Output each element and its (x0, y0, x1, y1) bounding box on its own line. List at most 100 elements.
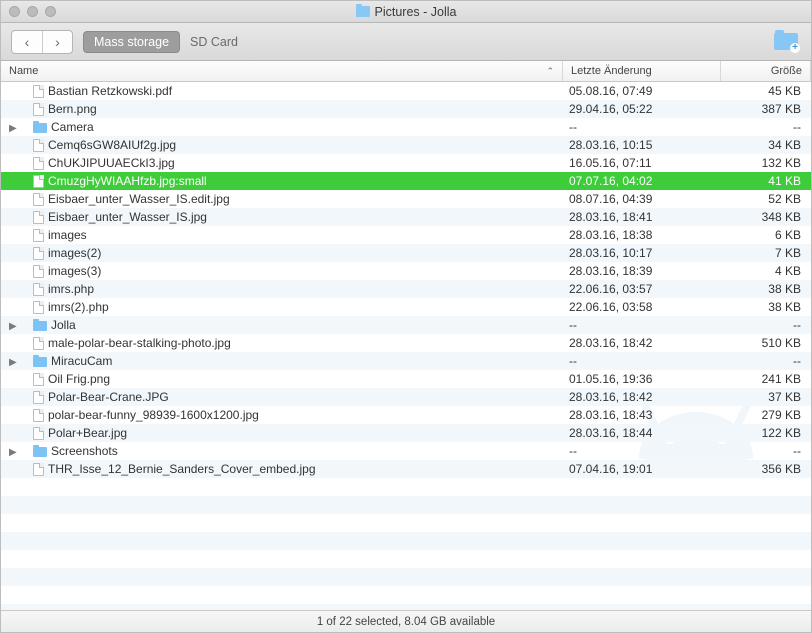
file-row[interactable]: ▶Eisbaer_unter_Wasser_IS.jpg28.03.16, 18… (1, 208, 811, 226)
file-date: 28.03.16, 18:39 (563, 264, 721, 278)
file-icon (33, 337, 44, 350)
empty-row (1, 550, 811, 568)
status-text: 1 of 22 selected, 8.04 GB available (317, 616, 495, 628)
disclosure-triangle-icon[interactable]: ▶ (9, 321, 17, 332)
file-name: CmuzgHyWIAAHfzb.jpg:small (48, 174, 207, 188)
file-row[interactable]: ▶images28.03.16, 18:386 KB (1, 226, 811, 244)
file-date: 07.04.16, 19:01 (563, 462, 721, 476)
file-row[interactable]: ▶CmuzgHyWIAAHfzb.jpg:small07.07.16, 04:0… (1, 172, 811, 190)
file-row[interactable]: ▶Eisbaer_unter_Wasser_IS.edit.jpg08.07.1… (1, 190, 811, 208)
file-name: Oil Frig.png (48, 372, 110, 386)
file-name: polar-bear-funny_98939-1600x1200.jpg (48, 408, 259, 422)
new-folder-button[interactable]: + (771, 30, 801, 54)
file-row[interactable]: ▶Polar+Bear.jpg28.03.16, 18:44122 KB (1, 424, 811, 442)
folder-icon (33, 357, 47, 367)
file-row[interactable]: ▶Camera---- (1, 118, 811, 136)
file-row[interactable]: ▶Screenshots---- (1, 442, 811, 460)
file-name: Screenshots (51, 444, 118, 458)
file-name: Cemq6sGW8AIUf2g.jpg (48, 138, 176, 152)
file-row[interactable]: ▶imrs.php22.06.16, 03:5738 KB (1, 280, 811, 298)
tab-mass-storage[interactable]: Mass storage (83, 31, 180, 53)
zoom-icon[interactable] (45, 6, 56, 17)
file-row[interactable]: ▶Jolla---- (1, 316, 811, 334)
empty-row (1, 478, 811, 496)
file-name: images(3) (48, 264, 101, 278)
file-row[interactable]: ▶Cemq6sGW8AIUf2g.jpg28.03.16, 10:1534 KB (1, 136, 811, 154)
file-icon (33, 265, 44, 278)
file-date: -- (563, 444, 721, 458)
file-icon (33, 139, 44, 152)
file-list[interactable]: ▶Bastian Retzkowski.pdf05.08.16, 07:4945… (1, 82, 811, 610)
folder-icon (33, 321, 47, 331)
forward-button[interactable]: › (42, 31, 72, 53)
file-row[interactable]: ▶images(2)28.03.16, 10:177 KB (1, 244, 811, 262)
file-size: 52 KB (721, 192, 811, 206)
file-size: 6 KB (721, 228, 811, 242)
close-icon[interactable] (9, 6, 20, 17)
file-date: 08.07.16, 04:39 (563, 192, 721, 206)
file-icon (33, 229, 44, 242)
column-label: Name (9, 65, 38, 77)
file-date: 28.03.16, 18:38 (563, 228, 721, 242)
file-date: 28.03.16, 18:42 (563, 336, 721, 350)
folder-icon (33, 123, 47, 133)
file-size: 38 KB (721, 282, 811, 296)
file-name: Camera (51, 120, 94, 134)
file-row[interactable]: ▶Polar-Bear-Crane.JPG28.03.16, 18:4237 K… (1, 388, 811, 406)
tab-sd-card[interactable]: SD Card (190, 35, 238, 49)
file-row[interactable]: ▶ChUKJIPUUAECkI3.jpg16.05.16, 07:11132 K… (1, 154, 811, 172)
file-name: Polar-Bear-Crane.JPG (48, 390, 169, 404)
file-size: 387 KB (721, 102, 811, 116)
minimize-icon[interactable] (27, 6, 38, 17)
file-row[interactable]: ▶THR_Isse_12_Bernie_Sanders_Cover_embed.… (1, 460, 811, 478)
file-row[interactable]: ▶MiracuCam---- (1, 352, 811, 370)
file-row[interactable]: ▶Bastian Retzkowski.pdf05.08.16, 07:4945… (1, 82, 811, 100)
file-icon (33, 193, 44, 206)
file-size: -- (721, 120, 811, 134)
nav-buttons: ‹ › (11, 30, 73, 54)
file-date: 22.06.16, 03:57 (563, 282, 721, 296)
empty-row (1, 586, 811, 604)
file-size: 348 KB (721, 210, 811, 224)
window-title-text: Pictures - Jolla (375, 5, 457, 19)
chevron-left-icon: ‹ (25, 34, 30, 50)
file-date: -- (563, 354, 721, 368)
disclosure-triangle-icon[interactable]: ▶ (9, 357, 17, 368)
file-date: 22.06.16, 03:58 (563, 300, 721, 314)
file-name: Polar+Bear.jpg (48, 426, 127, 440)
file-row[interactable]: ▶Bern.png29.04.16, 05:22387 KB (1, 100, 811, 118)
file-date: 28.03.16, 18:41 (563, 210, 721, 224)
column-name[interactable]: Name ⌃ (1, 61, 563, 81)
file-icon (33, 211, 44, 224)
file-icon (33, 283, 44, 296)
file-size: 4 KB (721, 264, 811, 278)
file-row[interactable]: ▶imrs(2).php22.06.16, 03:5838 KB (1, 298, 811, 316)
file-row[interactable]: ▶polar-bear-funny_98939-1600x1200.jpg28.… (1, 406, 811, 424)
file-size: 122 KB (721, 426, 811, 440)
file-icon (33, 247, 44, 260)
column-size[interactable]: Größe (721, 61, 811, 81)
file-name: Bern.png (48, 102, 97, 116)
file-size: 356 KB (721, 462, 811, 476)
file-icon (33, 463, 44, 476)
file-row[interactable]: ▶images(3)28.03.16, 18:394 KB (1, 262, 811, 280)
file-size: 241 KB (721, 372, 811, 386)
file-size: 41 KB (721, 174, 811, 188)
file-size: 510 KB (721, 336, 811, 350)
file-icon (33, 373, 44, 386)
file-date: -- (563, 318, 721, 332)
file-size: -- (721, 318, 811, 332)
folder-icon (33, 447, 47, 457)
back-button[interactable]: ‹ (12, 31, 42, 53)
file-size: 279 KB (721, 408, 811, 422)
column-date[interactable]: Letzte Änderung (563, 61, 721, 81)
file-date: 16.05.16, 07:11 (563, 156, 721, 170)
file-row[interactable]: ▶male-polar-bear-stalking-photo.jpg28.03… (1, 334, 811, 352)
file-date: 05.08.16, 07:49 (563, 84, 721, 98)
file-icon (33, 427, 44, 440)
file-row[interactable]: ▶Oil Frig.png01.05.16, 19:36241 KB (1, 370, 811, 388)
disclosure-triangle-icon[interactable]: ▶ (9, 123, 17, 134)
file-icon (33, 103, 44, 116)
file-name: images(2) (48, 246, 101, 260)
disclosure-triangle-icon[interactable]: ▶ (9, 447, 17, 458)
